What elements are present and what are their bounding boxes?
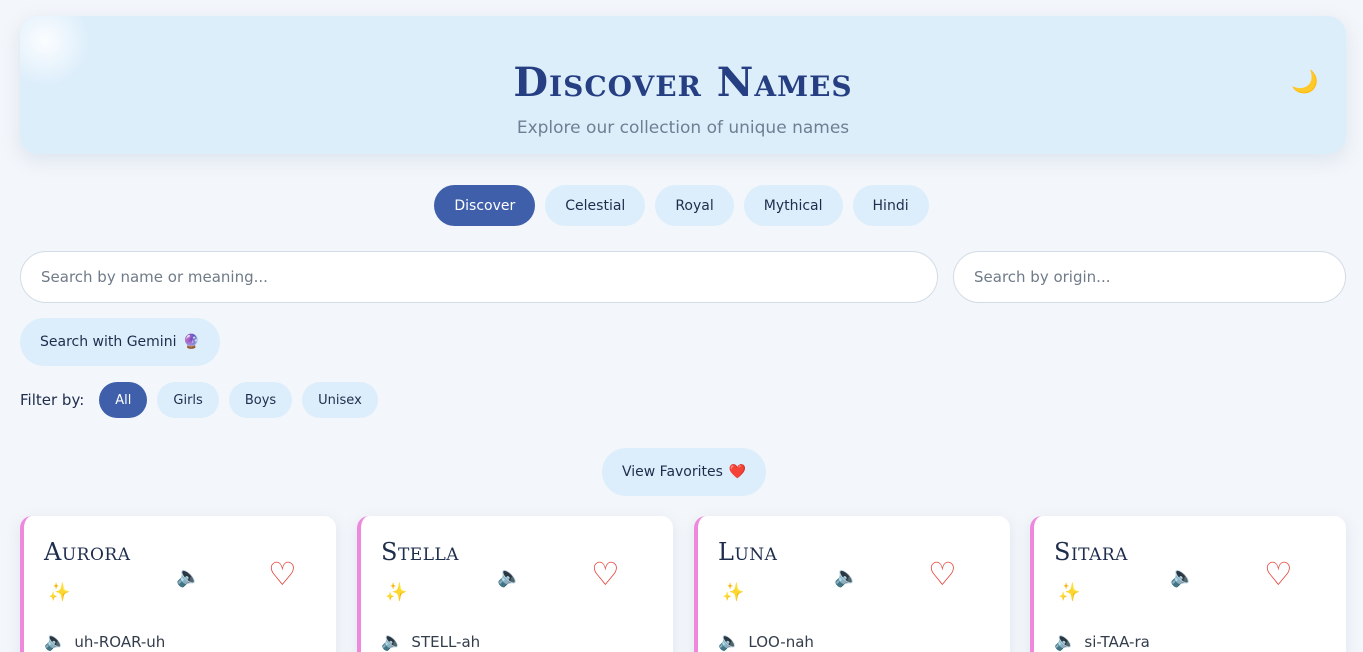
moon-icon[interactable]: 🌙 bbox=[1288, 66, 1322, 100]
filter-all[interactable]: All bbox=[99, 382, 148, 418]
speaker-icon[interactable]: 🔈 bbox=[1170, 564, 1195, 588]
card-name: Sitara bbox=[1054, 538, 1128, 566]
card-name: Luna bbox=[718, 538, 778, 566]
view-favorites-label: View Favorites bbox=[622, 464, 723, 480]
speaker-icon[interactable]: 🔈 bbox=[1054, 631, 1076, 652]
gender-filter: Filter by: All Girls Boys Unisex bbox=[20, 382, 378, 418]
name-card[interactable]: Luna ✨ 🔈 ♡ 🔈 LOO-nah bbox=[694, 516, 1010, 652]
sparkle-icon: ✨ bbox=[385, 582, 408, 603]
pronunciation-text: STELL-ah bbox=[411, 632, 481, 651]
card-pronunciation: 🔈 uh-ROAR-uh bbox=[44, 631, 165, 652]
crystal-ball-icon: 🔮 bbox=[182, 334, 200, 350]
card-name: Aurora bbox=[44, 538, 131, 566]
speaker-icon[interactable]: 🔈 bbox=[381, 631, 403, 652]
gemini-search-label: Search with Gemini bbox=[40, 334, 177, 350]
card-pronunciation: 🔈 si-TAA-ra bbox=[1054, 631, 1150, 652]
speaker-icon[interactable]: 🔈 bbox=[44, 631, 66, 652]
speaker-icon[interactable]: 🔈 bbox=[176, 564, 201, 588]
favorite-heart-icon[interactable]: ♡ bbox=[268, 556, 297, 592]
favorite-heart-icon[interactable]: ♡ bbox=[1264, 556, 1293, 592]
favorite-heart-icon[interactable]: ♡ bbox=[928, 556, 957, 592]
tab-hindi[interactable]: Hindi bbox=[852, 185, 929, 226]
tab-mythical[interactable]: Mythical bbox=[743, 185, 843, 226]
page-title: Discover Names bbox=[513, 59, 853, 106]
sparkle-icon: ✨ bbox=[48, 582, 71, 603]
name-card[interactable]: Sitara ✨ 🔈 ♡ 🔈 si-TAA-ra bbox=[1030, 516, 1346, 652]
speaker-icon[interactable]: 🔈 bbox=[834, 564, 859, 588]
card-pronunciation: 🔈 STELL-ah bbox=[381, 631, 480, 652]
heart-emoji-icon: ❤️ bbox=[728, 464, 747, 480]
speaker-icon[interactable]: 🔈 bbox=[497, 564, 522, 588]
pronunciation-text: si-TAA-ra bbox=[1084, 632, 1150, 651]
pronunciation-text: LOO-nah bbox=[748, 632, 814, 651]
page-subtitle: Explore our collection of unique names bbox=[516, 118, 850, 138]
filter-boys[interactable]: Boys bbox=[228, 382, 293, 418]
category-tabs: Discover Celestial Royal Mythical Hindi bbox=[0, 185, 1363, 226]
filter-unisex[interactable]: Unisex bbox=[302, 382, 378, 418]
filter-girls[interactable]: Girls bbox=[157, 382, 219, 418]
origin-search-input[interactable] bbox=[953, 251, 1346, 303]
pronunciation-text: uh-ROAR-uh bbox=[74, 632, 166, 651]
name-card[interactable]: Aurora ✨ 🔈 ♡ 🔈 uh-ROAR-uh bbox=[20, 516, 336, 652]
filter-label: Filter by: bbox=[20, 391, 85, 409]
card-name: Stella bbox=[381, 538, 460, 566]
sparkle-icon: ✨ bbox=[1058, 582, 1081, 603]
tab-discover[interactable]: Discover bbox=[434, 185, 536, 226]
tab-celestial[interactable]: Celestial bbox=[545, 185, 646, 226]
view-favorites-button[interactable]: View Favorites ❤️ bbox=[602, 448, 767, 496]
name-search-input[interactable] bbox=[20, 251, 938, 303]
gemini-search-button[interactable]: Search with Gemini 🔮 bbox=[20, 318, 220, 366]
sparkle-icon: ✨ bbox=[722, 582, 745, 603]
card-pronunciation: 🔈 LOO-nah bbox=[718, 631, 814, 652]
speaker-icon[interactable]: 🔈 bbox=[718, 631, 740, 652]
name-card[interactable]: Stella ✨ 🔈 ♡ 🔈 STELL-ah bbox=[357, 516, 673, 652]
tab-royal[interactable]: Royal bbox=[655, 185, 734, 226]
hero-banner: Discover Names Explore our collection of… bbox=[20, 16, 1346, 154]
favorite-heart-icon[interactable]: ♡ bbox=[591, 556, 620, 592]
